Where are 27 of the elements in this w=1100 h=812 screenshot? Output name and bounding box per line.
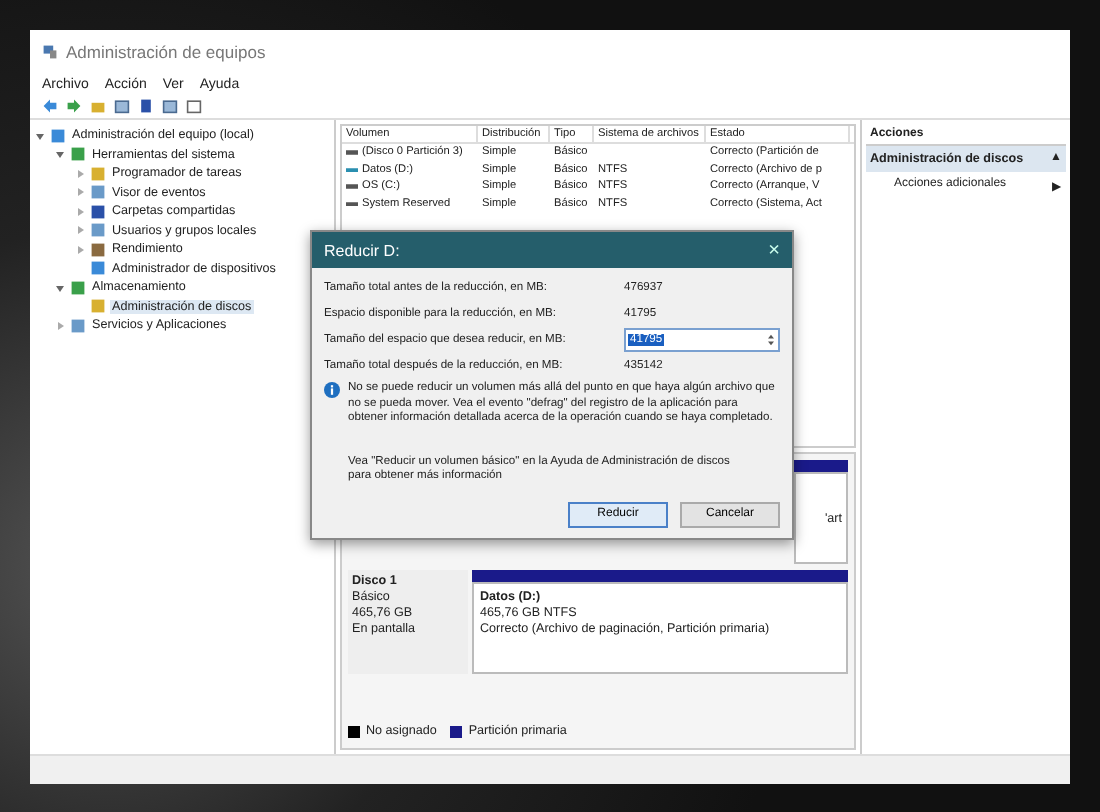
folder-icon[interactable] bbox=[90, 98, 106, 114]
expand-icon[interactable] bbox=[74, 167, 86, 180]
info-icon bbox=[324, 382, 340, 398]
window-icon[interactable] bbox=[114, 98, 130, 114]
node-icon bbox=[70, 279, 86, 296]
collapse-icon[interactable] bbox=[54, 281, 66, 294]
dialog-title: Reducir D: bbox=[324, 241, 400, 259]
expand-icon[interactable] bbox=[74, 186, 86, 199]
partition-bar bbox=[794, 460, 848, 472]
forward-arrow-icon[interactable] bbox=[66, 98, 82, 114]
node-icon bbox=[70, 317, 86, 334]
panel-icon[interactable] bbox=[186, 98, 202, 114]
computer-icon bbox=[42, 44, 58, 60]
collapse-icon[interactable] bbox=[34, 129, 46, 142]
node-icon bbox=[70, 146, 86, 163]
expand-icon[interactable] bbox=[54, 319, 66, 332]
node-icon bbox=[90, 298, 106, 315]
collapse-icon[interactable] bbox=[54, 148, 66, 161]
expand-icon[interactable] bbox=[74, 243, 86, 256]
expand-icon[interactable] bbox=[74, 205, 86, 218]
window-icon[interactable] bbox=[162, 98, 178, 114]
back-arrow-icon[interactable] bbox=[42, 98, 58, 114]
close-button[interactable]: × bbox=[768, 239, 780, 261]
spinner-arrows-icon[interactable] bbox=[768, 333, 774, 345]
node-icon bbox=[50, 127, 66, 144]
expand-icon[interactable] bbox=[74, 224, 86, 237]
window-title: Administración de equipos bbox=[66, 42, 266, 62]
